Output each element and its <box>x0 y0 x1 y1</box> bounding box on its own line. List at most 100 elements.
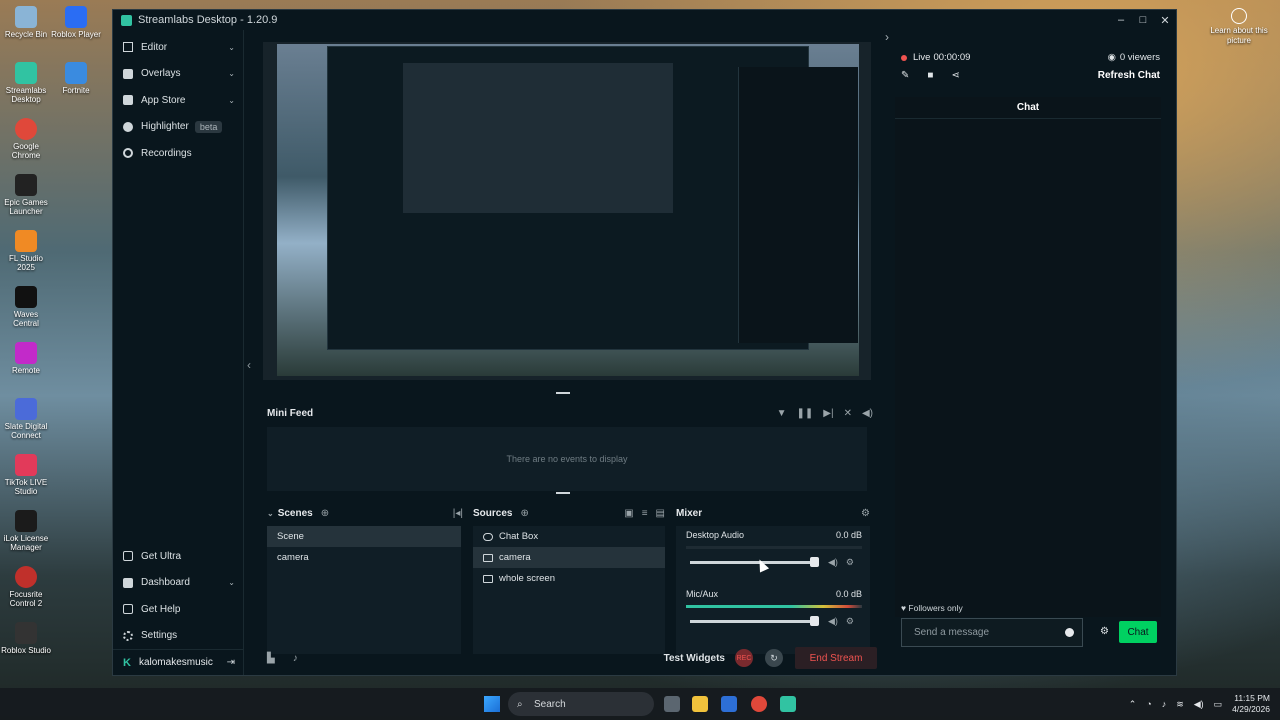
clock[interactable]: 11:15 PM 4/29/2026 <box>1232 693 1270 715</box>
gear-icon[interactable]: ⚙ <box>846 616 854 627</box>
desktop-icon[interactable]: iLok License Manager <box>0 510 52 552</box>
close-button[interactable]: ✕ <box>1154 14 1176 27</box>
skip-icon[interactable]: ▶| <box>823 408 833 419</box>
live-timer: 00:00:09 <box>933 52 971 63</box>
scene-collapse-icon[interactable]: |◂| <box>453 508 463 519</box>
gear-icon[interactable]: ⚙ <box>1100 626 1109 637</box>
sources-list: Chat Box camera whole screen <box>473 526 665 654</box>
chat-pane: Chat <box>895 97 1161 617</box>
add-source-icon[interactable]: ⊕ <box>520 508 528 519</box>
video-icon[interactable]: ■ <box>927 70 933 81</box>
highlighter-icon <box>123 121 133 132</box>
mute-alerts-icon[interactable]: ✕ <box>844 408 852 419</box>
replay-buffer-button[interactable]: ↻ <box>765 649 783 667</box>
desktop-icon[interactable]: Remote <box>0 342 52 375</box>
desktop-icon[interactable]: Epic Games Launcher <box>0 174 52 216</box>
chevron-down-icon[interactable]: ⌄ <box>267 509 274 518</box>
volume-icon[interactable]: ◀) <box>862 408 873 419</box>
desktop-icon[interactable]: FL Studio 2025 <box>0 230 52 272</box>
learn-about-picture[interactable]: Learn about this picture <box>1204 6 1274 46</box>
speaker-icon[interactable]: ◀) <box>1194 699 1204 710</box>
chevron-right-icon[interactable]: › <box>885 30 889 44</box>
mixer-header: Mixer ⚙ <box>676 504 870 522</box>
slider-knob[interactable] <box>809 616 819 626</box>
kick-logo-icon: K <box>123 656 131 669</box>
speaker-icon[interactable]: ◀) <box>828 557 838 568</box>
refresh-chat-button[interactable]: Refresh Chat <box>1098 70 1160 81</box>
volume-slider[interactable] <box>690 557 819 567</box>
chevron-up-icon[interactable]: ⌃ <box>1129 699 1137 710</box>
volume-slider[interactable] <box>690 616 819 626</box>
speaker-icon[interactable]: ◀) <box>828 616 838 627</box>
desktop-icon[interactable]: TikTok LIVE Studio <box>0 454 52 496</box>
maximize-button[interactable]: □ <box>1132 14 1154 27</box>
network-icon[interactable]: ◔ <box>1146 699 1151 709</box>
pause-icon[interactable]: ❚❚ <box>797 408 814 419</box>
desktop-icon[interactable]: Roblox Player <box>50 6 102 39</box>
list-item[interactable]: whole screen <box>473 568 665 589</box>
desktop-icon[interactable]: Roblox Studio <box>0 622 52 655</box>
chrome-icon <box>15 118 37 140</box>
minifeed-empty-text: There are no events to display <box>506 454 628 464</box>
filter-icon[interactable]: ▼ <box>777 408 787 419</box>
list-item[interactable]: camera <box>473 547 665 568</box>
chevron-left-icon[interactable]: ‹ <box>247 358 251 372</box>
stats-icon[interactable]: ▙ <box>267 653 275 664</box>
bell-icon[interactable]: ♪ <box>293 653 298 664</box>
minifeed-body: There are no events to display <box>267 427 867 491</box>
wifi-icon[interactable]: ≋ <box>1176 699 1184 710</box>
minifeed-title: Mini Feed <box>267 407 314 419</box>
share-icon[interactable]: ⋖ <box>951 70 959 81</box>
desktop-icon[interactable]: Google Chrome <box>0 118 52 160</box>
image-icon[interactable]: ▤ <box>656 508 665 519</box>
windows-start-icon[interactable] <box>484 696 500 712</box>
taskbar: ⌕ Search ⌃ ◔ ♪ ≋ ◀) ▭ 11:15 PM 4/29/2026 <box>0 688 1280 720</box>
resize-handle[interactable] <box>556 492 570 494</box>
resize-handle[interactable] <box>556 392 570 394</box>
slider-knob[interactable] <box>809 557 819 567</box>
record-button[interactable]: REC <box>735 649 753 667</box>
gear-icon[interactable]: ⚙ <box>846 557 854 568</box>
sidebar-item-settings[interactable]: Settings <box>113 623 243 650</box>
send-chat-button[interactable]: Chat <box>1119 621 1157 643</box>
list-item[interactable]: Scene <box>267 526 461 547</box>
emoji-icon[interactable] <box>1065 628 1074 637</box>
store-icon[interactable] <box>721 696 737 712</box>
sidebar-item-recordings[interactable]: Recordings <box>113 140 243 167</box>
sort-icon[interactable]: ≡ <box>642 508 648 519</box>
edit-icon[interactable]: ✎ <box>901 70 909 81</box>
list-item[interactable]: Chat Box <box>473 526 665 547</box>
end-stream-button[interactable]: End Stream <box>795 647 877 669</box>
add-scene-icon[interactable]: ⊕ <box>321 508 329 519</box>
logout-icon[interactable]: ⇥ <box>227 657 235 668</box>
desktop-icon[interactable]: Slate Digital Connect <box>0 398 52 440</box>
desktop-icon[interactable]: Streamlabs Desktop <box>0 62 52 104</box>
sidebar-item-get-help[interactable]: Get Help <box>113 596 243 623</box>
sources-title: Sources <box>473 507 513 519</box>
desktop-icon[interactable]: Waves Central <box>0 286 52 328</box>
desktop-icon[interactable]: Recycle Bin <box>0 6 52 39</box>
sidebar-item-editor[interactable]: Editor ⌄ <box>113 34 243 61</box>
sidebar-item-dashboard[interactable]: Dashboard ⌄ <box>113 570 243 597</box>
streamlabs-taskbar-icon[interactable] <box>780 696 796 712</box>
folder-icon[interactable]: ▣ <box>624 508 633 519</box>
desktop-icon[interactable]: Focusrite Control 2 <box>0 566 52 608</box>
gear-icon[interactable]: ⚙ <box>861 508 870 519</box>
file-explorer-icon[interactable] <box>692 696 708 712</box>
desktop-icon[interactable]: Fortnite <box>50 62 102 95</box>
sidebar-item-app-store[interactable]: App Store ⌄ <box>113 87 243 114</box>
sidebar-item-overlays[interactable]: Overlays ⌄ <box>113 61 243 88</box>
sidebar-item-highlighter[interactable]: Highlighter beta <box>113 114 243 141</box>
list-item[interactable]: camera <box>267 547 461 568</box>
battery-icon[interactable]: ▭ <box>1214 699 1223 710</box>
microphone-icon[interactable]: ♪ <box>1162 699 1167 709</box>
chrome-icon[interactable] <box>751 696 767 712</box>
minimize-button[interactable]: – <box>1110 14 1132 27</box>
taskbar-search[interactable]: ⌕ Search <box>508 692 654 716</box>
user-account-row[interactable]: K kalomakesmusic ⇥ <box>113 649 243 675</box>
test-widgets-button[interactable]: Test Widgets <box>664 653 725 664</box>
task-view-icon[interactable] <box>664 696 680 712</box>
sidebar-item-get-ultra[interactable]: Get Ultra <box>113 543 243 570</box>
stream-preview[interactable] <box>263 42 871 380</box>
chat-message-input[interactable]: Send a message <box>901 618 1083 647</box>
